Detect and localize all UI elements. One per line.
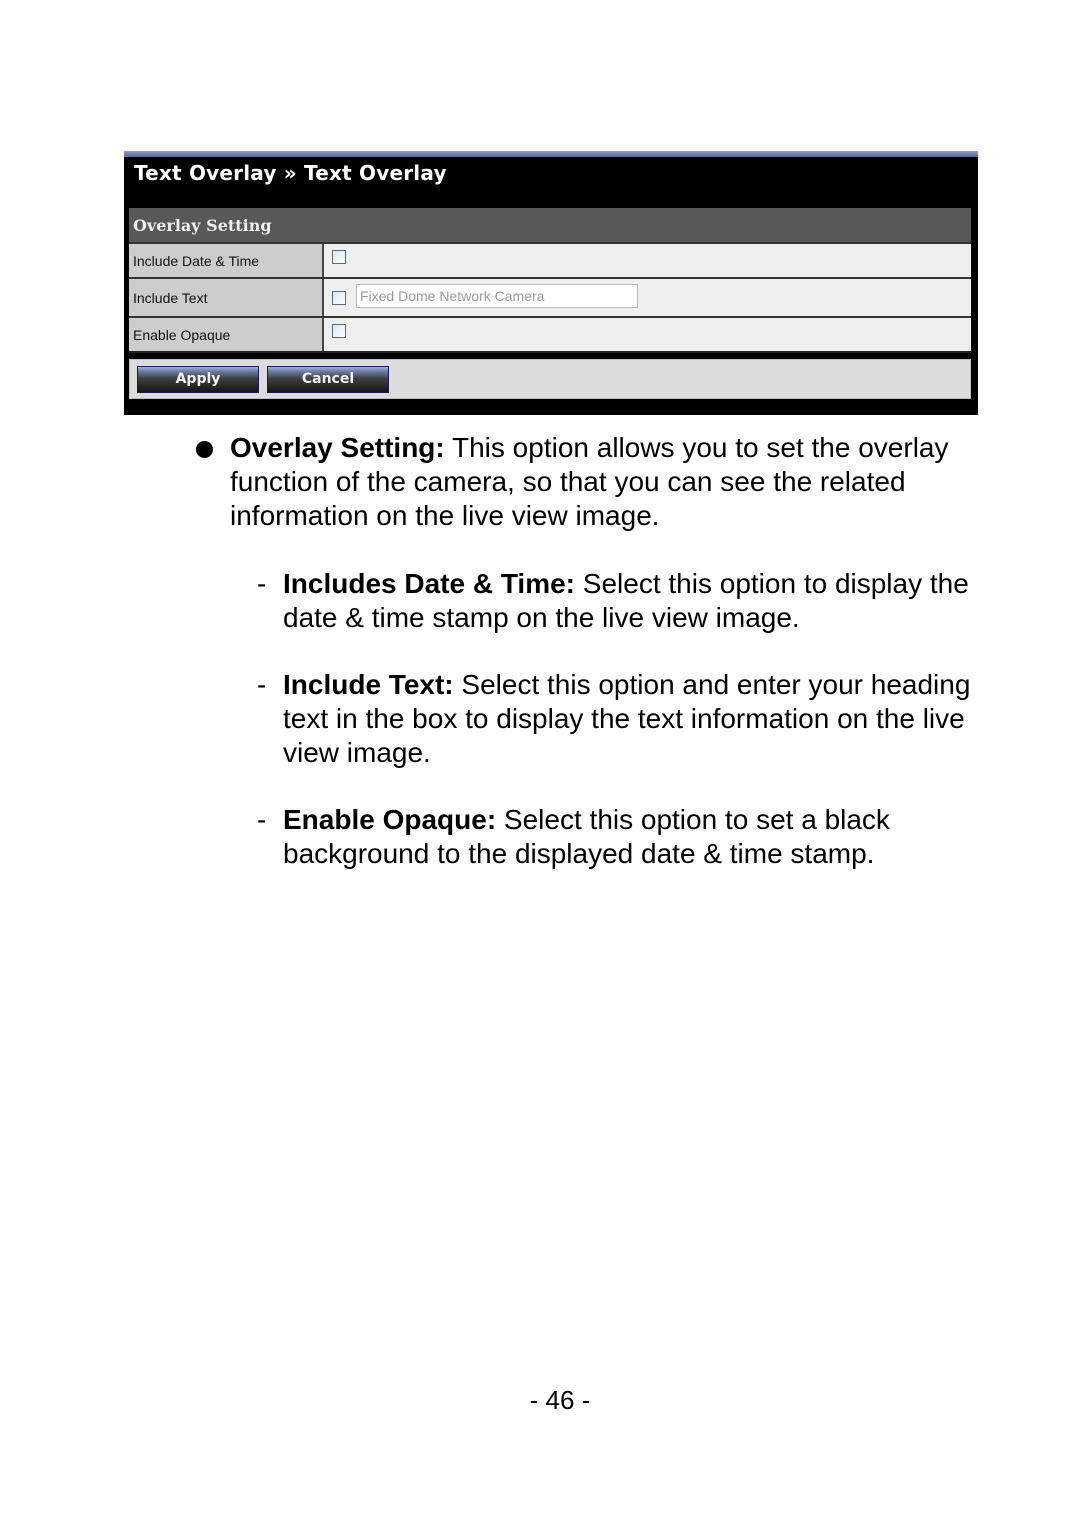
include-date-time-description: Includes Date & Time: Select this option… — [283, 567, 973, 635]
enable-opaque-value — [324, 318, 971, 351]
cancel-button[interactable]: Cancel — [267, 366, 389, 393]
term: Enable Opaque: — [283, 804, 497, 835]
overlay-text-input[interactable] — [356, 283, 638, 308]
include-text-description: Include Text: Select this option and ent… — [283, 668, 973, 770]
row-include-text: Include Text — [129, 277, 971, 316]
overlay-setting-section: Overlay Setting Include Date & Time Incl… — [129, 208, 971, 353]
term: Overlay Setting: — [230, 432, 445, 463]
include-date-time-value — [324, 244, 971, 277]
include-date-time-checkbox[interactable] — [332, 250, 346, 264]
bullet-dot-icon — [196, 441, 213, 458]
enable-opaque-checkbox[interactable] — [332, 324, 346, 338]
dash-marker: - — [257, 669, 267, 700]
section-header: Overlay Setting — [129, 208, 971, 242]
row-enable-opaque: Enable Opaque — [129, 316, 971, 353]
enable-opaque-description: Enable Opaque: Select this option to set… — [283, 803, 973, 871]
include-text-checkbox[interactable] — [332, 290, 346, 305]
page-title: Text Overlay » Text Overlay — [134, 161, 447, 185]
panel-top-bar — [124, 151, 978, 157]
term: Include Text: — [283, 669, 454, 700]
dash-marker: - — [257, 804, 267, 835]
button-bar: Apply Cancel — [129, 359, 971, 399]
include-text-value — [324, 279, 971, 316]
page-number: - 46 - — [529, 1385, 591, 1415]
include-text-label: Include Text — [129, 279, 324, 316]
row-include-date-time: Include Date & Time — [129, 242, 971, 277]
include-date-time-label: Include Date & Time — [129, 244, 324, 277]
text-overlay-panel: Text Overlay » Text Overlay Overlay Sett… — [124, 151, 978, 415]
term: Includes Date & Time: — [283, 568, 576, 599]
enable-opaque-label: Enable Opaque — [129, 318, 324, 351]
dash-marker: - — [257, 568, 267, 599]
overlay-setting-description: Overlay Setting: This option allows you … — [230, 431, 960, 533]
apply-button[interactable]: Apply — [137, 366, 259, 393]
